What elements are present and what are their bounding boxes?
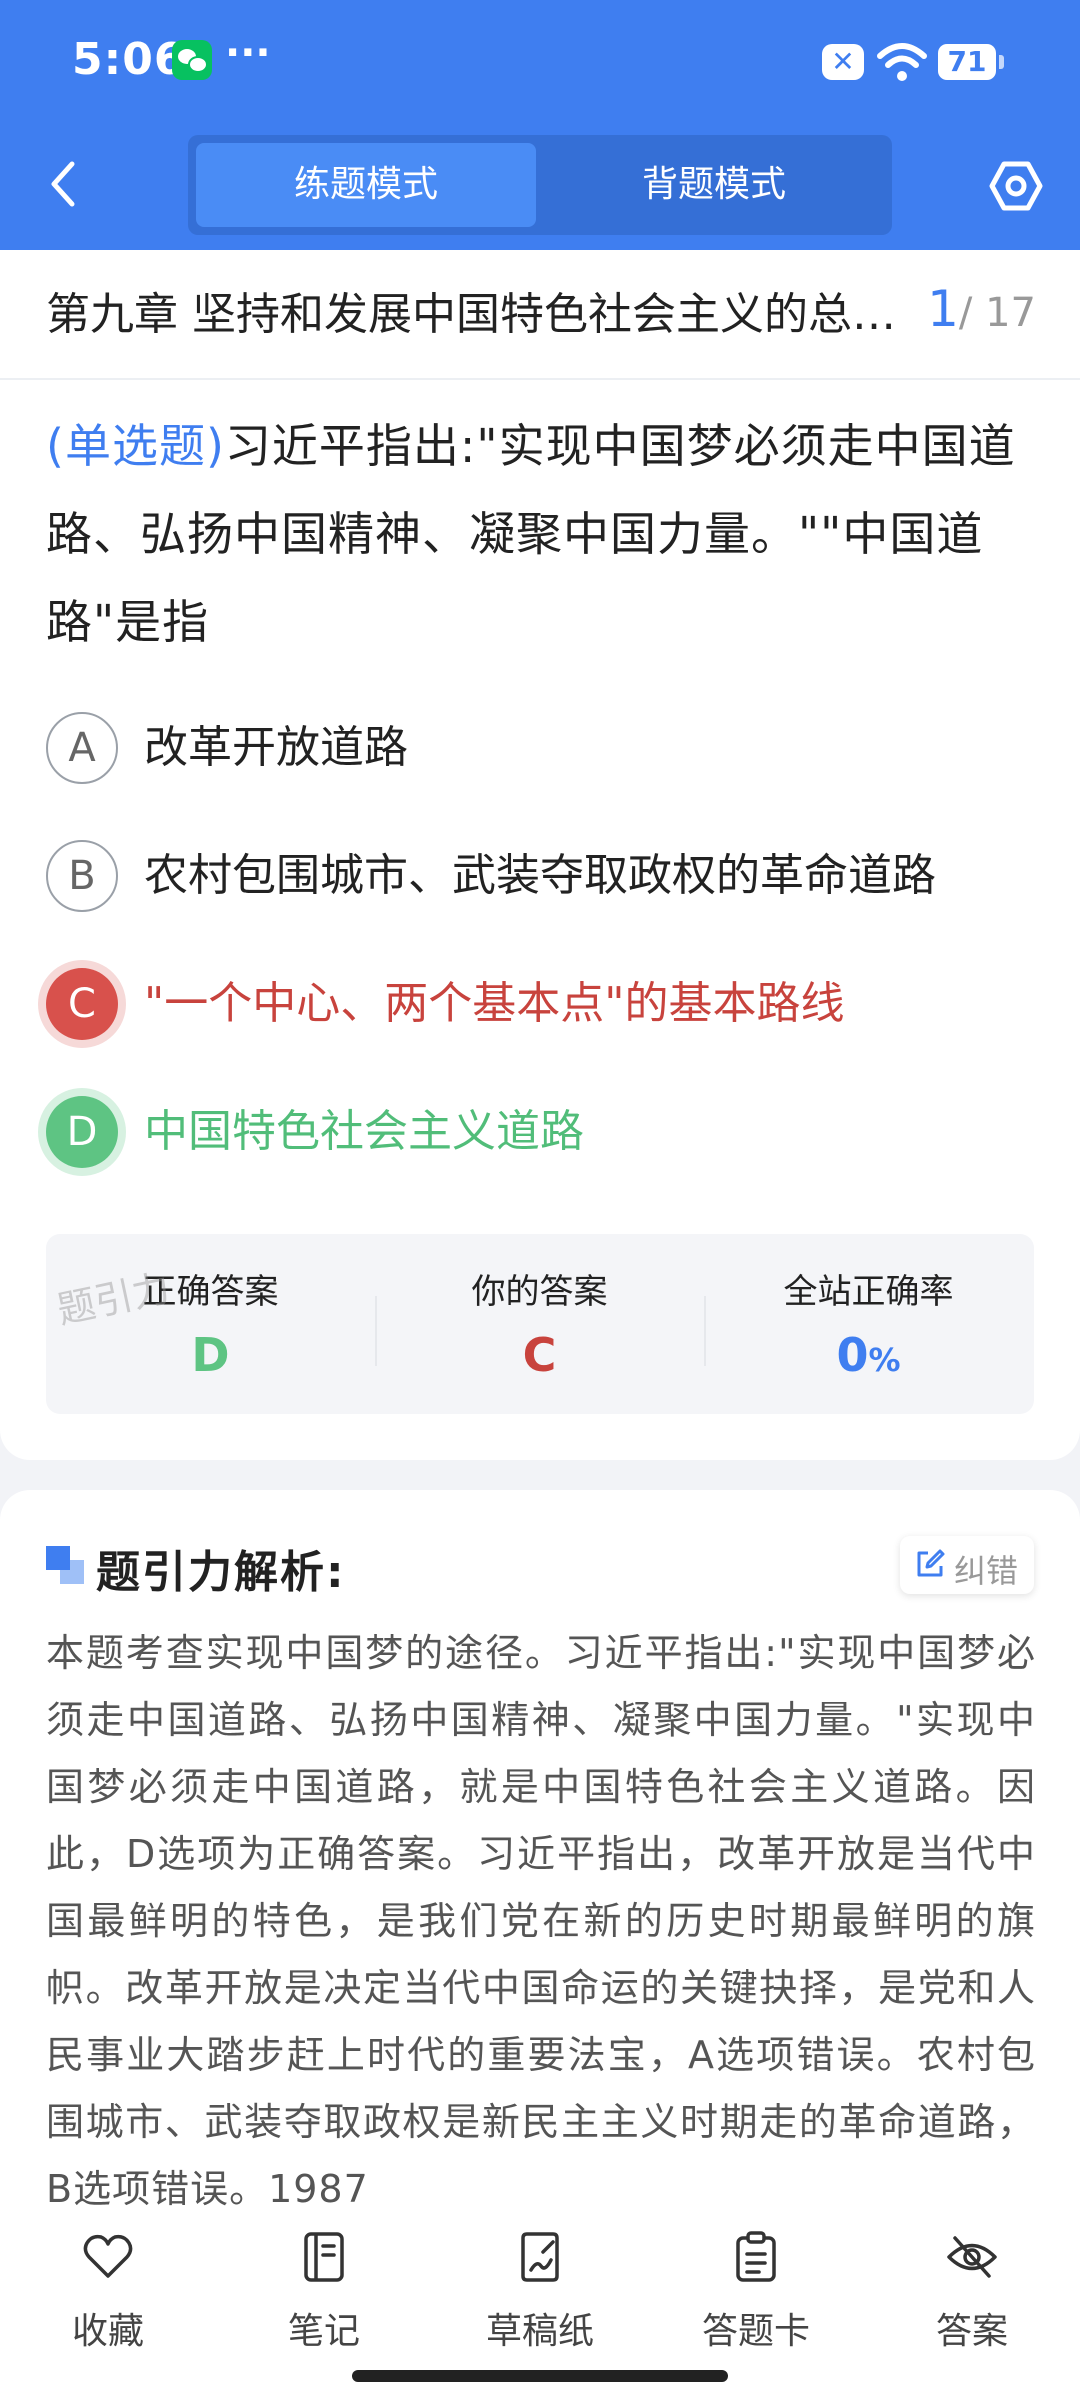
analysis-card: 题引力解析: 纠错 本题考查实现中国梦的途径。习近平指出:"实现中国梦必须走中国… <box>0 1490 1080 2210</box>
site-accuracy-label: 全站正确率 <box>783 1272 954 1312</box>
nav-label: 笔记 <box>287 2311 360 2352</box>
accuracy-number: 0 <box>836 1328 869 1382</box>
option-text: 农村包围城市、武装夺取政权的革命道路 <box>144 850 936 901</box>
draft-icon <box>521 2232 559 2282</box>
your-answer-value: C <box>522 1328 557 1382</box>
home-indicator[interactable] <box>352 2370 728 2382</box>
accuracy-unit: % <box>868 1341 901 1379</box>
option-text: 中国特色社会主义道路 <box>144 1106 584 1157</box>
wifi-icon <box>877 43 927 81</box>
report-error-label: 纠错 <box>954 1552 1019 1590</box>
no-sim-icon: ✕ <box>822 44 864 80</box>
total-count: / 17 <box>958 290 1036 336</box>
status-bar: 5:06 ··· ✕ 71 <box>0 0 1080 125</box>
option-letter: B <box>46 840 118 912</box>
option-letter: A <box>46 712 118 784</box>
favorite-button[interactable]: 收藏 <box>28 2230 188 2360</box>
notes-button[interactable]: 笔记 <box>244 2230 404 2360</box>
back-arrow-icon[interactable] <box>44 158 84 210</box>
nav-label: 答案 <box>935 2311 1008 2352</box>
option-c[interactable]: C "一个中心、两个基本点"的基本路线 <box>46 968 1036 1044</box>
option-b[interactable]: B 农村包围城市、武装夺取政权的革命道路 <box>46 840 1036 916</box>
current-index: 1 <box>927 280 959 338</box>
chapter-title: 第九章 坚持和发展中国特色社会主义的总任务 <box>46 289 926 340</box>
question-card: 第九章 坚持和发展中国特色社会主义的总任务 1/ 17 (单选题)习近平指出:"… <box>0 250 1080 1460</box>
eye-off-icon <box>947 2236 997 2278</box>
wechat-icon <box>172 40 212 80</box>
heart-icon <box>83 2234 133 2278</box>
site-accuracy-value: 0% <box>704 1328 1033 1382</box>
status-time: 5:06 <box>72 34 186 85</box>
answer-card-button[interactable]: 答题卡 <box>676 2230 836 2360</box>
battery-icon: 71 <box>938 44 1004 80</box>
question-counter: 1/ 17 <box>927 280 1036 338</box>
nav-label: 答题卡 <box>701 2311 810 2352</box>
your-answer-label: 你的答案 <box>471 1272 608 1312</box>
draft-paper-button[interactable]: 草稿纸 <box>460 2230 620 2360</box>
answer-card-icon <box>736 2231 776 2282</box>
answer-summary: 正确答案 D 你的答案 C 全站正确率 0% <box>46 1234 1034 1414</box>
mode-switch: 练题模式 背题模式 <box>188 135 892 235</box>
show-answer-button[interactable]: 答案 <box>892 2230 1052 2360</box>
option-a[interactable]: A 改革开放道路 <box>46 712 1036 788</box>
notebook-icon <box>304 2232 344 2282</box>
question-type: (单选题) <box>46 419 225 473</box>
analysis-title: 题引力解析: <box>96 1547 346 1598</box>
site-accuracy: 全站正确率 0% <box>704 1234 1033 1414</box>
analysis-icon <box>46 1546 84 1584</box>
analysis-text: 本题考查实现中国梦的途径。习近平指出:"实现中国梦必须走中国道路、弘扬中国精神、… <box>46 1631 1036 2210</box>
your-answer: 你的答案 C <box>375 1234 704 1414</box>
report-error-button[interactable]: 纠错 <box>900 1536 1034 1594</box>
divider <box>0 378 1080 380</box>
option-letter: D <box>46 1096 118 1168</box>
tab-practice-mode[interactable]: 练题模式 <box>196 143 536 227</box>
question-stem: (单选题)习近平指出:"实现中国梦必须走中国道路、弘扬中国精神、凝聚中国力量。"… <box>46 402 1036 666</box>
option-letter: C <box>46 968 118 1040</box>
correct-answer-value: D <box>191 1328 230 1382</box>
option-d[interactable]: D 中国特色社会主义道路 <box>46 1096 1036 1172</box>
settings-icon[interactable] <box>988 158 1044 214</box>
tab-recite-mode[interactable]: 背题模式 <box>544 143 884 227</box>
edit-icon <box>917 1549 945 1577</box>
option-text: "一个中心、两个基本点"的基本路线 <box>144 978 845 1029</box>
nav-label: 收藏 <box>71 2311 144 2352</box>
option-text: 改革开放道路 <box>144 722 408 773</box>
top-bar: 5:06 ··· ✕ 71 练题模式 背题模式 <box>0 0 1080 250</box>
nav-label: 草稿纸 <box>485 2311 594 2352</box>
more-notifications-icon: ··· <box>225 30 271 76</box>
